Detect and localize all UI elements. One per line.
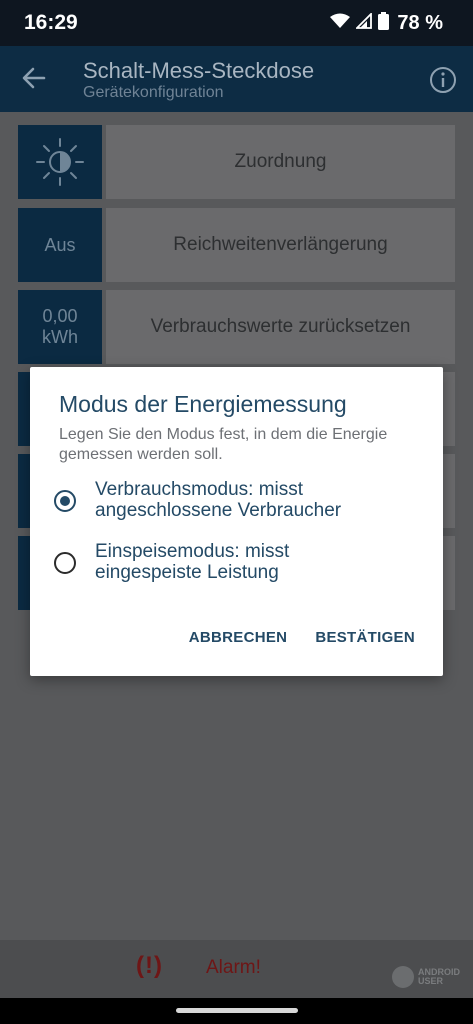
confirm-button[interactable]: BESTÄTIGEN: [315, 629, 415, 646]
battery-icon: [378, 12, 390, 35]
app-bar: Schalt-Mess-Steckdose Gerätekonfiguratio…: [0, 46, 473, 112]
watermark-line2: USER: [418, 976, 444, 986]
dialog-actions: ABBRECHEN BESTÄTIGEN: [189, 629, 415, 646]
dialog-title: Modus der Energiemessung: [59, 391, 347, 417]
brightness-icon: [18, 125, 102, 199]
dialog-message: Legen Sie den Modus fest, in dem die Ene…: [59, 426, 388, 463]
option-einspeisemodus[interactable]: Einspeisemodus: misst eingespeiste Leist…: [54, 541, 424, 591]
battery-percentage: 78 %: [397, 12, 443, 34]
arrow-left-icon[interactable]: [20, 64, 48, 92]
energy-value: 0,00 kWh: [18, 290, 102, 364]
status-icons: 78 %: [330, 11, 443, 35]
cancel-button[interactable]: ABBRECHEN: [189, 629, 288, 646]
settings-row-zuordnung[interactable]: Zuordnung: [18, 125, 455, 199]
signal-icon: [355, 11, 373, 34]
option-label: Einspeisemodus: misst eingespeiste Leist…: [95, 541, 289, 583]
gesture-handle[interactable]: [176, 1008, 298, 1013]
radio-selected-icon[interactable]: [54, 490, 76, 512]
watermark: ANDROID USER: [392, 966, 460, 988]
settings-row-reichweite[interactable]: Aus Reichweitenverlängerung: [18, 208, 455, 282]
option-verbrauchsmodus[interactable]: Verbrauchsmodus: misst angeschlossene Ve…: [54, 479, 424, 529]
option-label-line2: eingespeiste Leistung: [95, 562, 279, 583]
navigation-bar: [0, 998, 473, 1024]
option-label: Verbrauchsmodus: misst angeschlossene Ve…: [95, 479, 341, 521]
page-title: Schalt-Mess-Steckdose: [83, 58, 315, 83]
energy-mode-dialog: Modus der Energiemessung Legen Sie den M…: [30, 367, 443, 676]
watermark-text: ANDROID USER: [418, 968, 460, 986]
status-value: Aus: [18, 208, 102, 282]
settings-row-label: Reichweitenverlängerung: [106, 208, 455, 282]
bottom-bar: (!) Alarm! ANDROID USER: [0, 940, 473, 998]
page-subtitle: Gerätekonfiguration: [83, 84, 224, 101]
energy-value-number: 0,00: [42, 306, 78, 326]
status-bar: 16:29 78 %: [0, 0, 473, 46]
alarm-label[interactable]: Alarm!: [206, 957, 261, 979]
energy-value-unit: kWh: [42, 327, 78, 347]
alarm-icon[interactable]: (!): [136, 952, 163, 980]
settings-row-label: Zuordnung: [106, 125, 455, 199]
option-label-line2: angeschlossene Verbraucher: [95, 500, 342, 521]
radio-unselected-icon[interactable]: [54, 552, 76, 574]
option-label-line1: Einspeisemodus: misst: [95, 541, 290, 562]
wifi-icon: [330, 13, 351, 34]
settings-row-label: Verbrauchswerte zurücksetzen: [106, 290, 455, 364]
info-icon[interactable]: [429, 66, 457, 94]
option-label-line1: Verbrauchsmodus: misst: [95, 479, 304, 500]
status-time: 16:29: [24, 11, 78, 34]
settings-row-verbrauchswerte[interactable]: 0,00 kWh Verbrauchswerte zurücksetzen: [18, 290, 455, 364]
android-logo-icon: [392, 966, 414, 988]
